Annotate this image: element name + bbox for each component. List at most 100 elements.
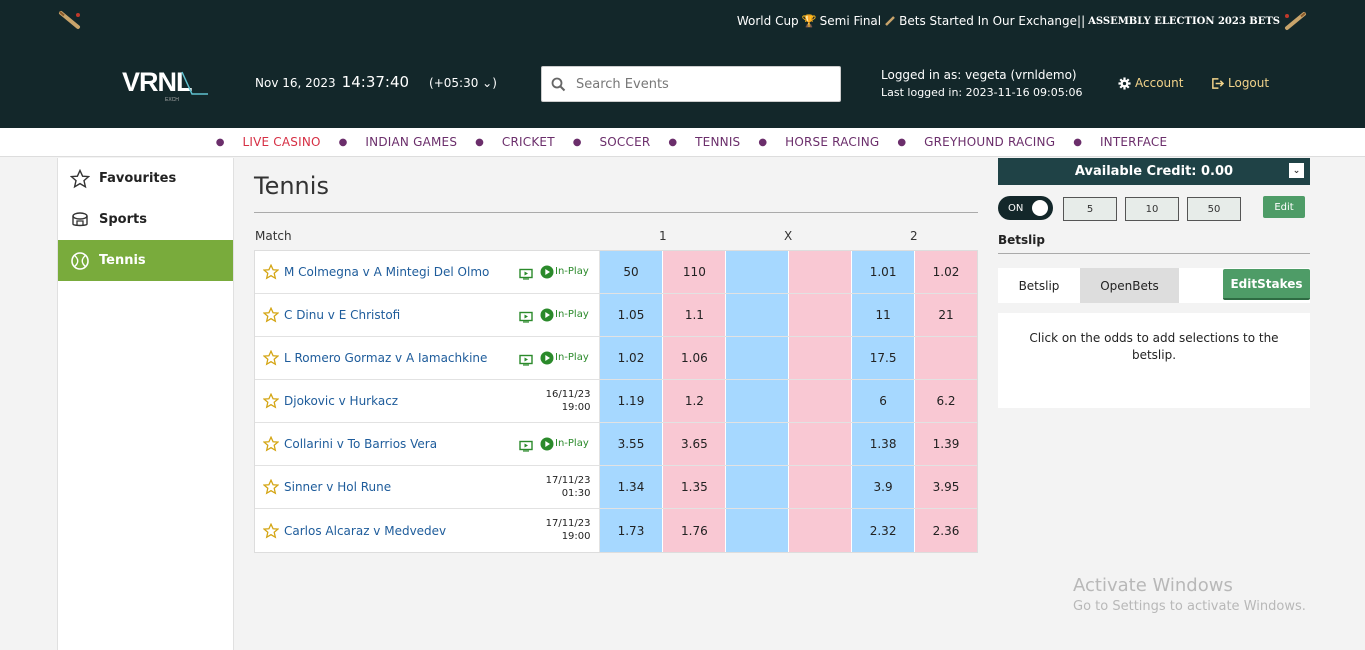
- favourite-star-icon[interactable]: [263, 522, 279, 539]
- odds-back-bx[interactable]: [725, 380, 789, 422]
- match-name-link[interactable]: C Dinu v E Christofi: [284, 308, 400, 322]
- nav-interface[interactable]: INTERFACE: [1100, 135, 1167, 149]
- odds-back-bx[interactable]: [725, 337, 789, 379]
- nav-horse-racing[interactable]: HORSE RACING: [785, 135, 879, 149]
- match-row: Collarini v To Barrios Vera In-Play 3.55 3.…: [255, 423, 977, 466]
- favourite-star-icon[interactable]: [263, 393, 279, 409]
- gear-icon: [1118, 76, 1131, 90]
- odds-back-bx[interactable]: [725, 294, 789, 336]
- odds-back-b1[interactable]: 1.05: [599, 294, 663, 336]
- odds-back-b1[interactable]: 3.55: [599, 423, 663, 465]
- odds-lay-l1[interactable]: 1.76: [662, 509, 726, 552]
- odds-back-b2[interactable]: 6: [851, 380, 915, 422]
- odds-back-b2[interactable]: 3.9: [851, 466, 915, 508]
- one-click-toggle[interactable]: ON: [998, 196, 1053, 220]
- search-input[interactable]: [576, 76, 816, 92]
- odds-lay-lx[interactable]: [788, 466, 852, 508]
- live-tv-icon[interactable]: [519, 440, 533, 452]
- stake-button-5[interactable]: 5: [1063, 197, 1117, 221]
- tab-openbets[interactable]: OpenBets: [1080, 268, 1179, 303]
- odds-lay-lx[interactable]: [788, 337, 852, 379]
- stake-button-50[interactable]: 50: [1187, 197, 1241, 221]
- odds-lay-l1[interactable]: 1.06: [662, 337, 726, 379]
- sidebar-item-sports[interactable]: Sports: [58, 199, 233, 240]
- match-name-link[interactable]: M Colmegna v A Mintegi Del Olmo: [284, 265, 489, 279]
- odds-lay-l1[interactable]: 3.65: [662, 423, 726, 465]
- odds-back-bx[interactable]: [725, 423, 789, 465]
- clock-time: 14:37:40: [341, 73, 410, 91]
- match-name-link[interactable]: L Romero Gormaz v A Iamachkine: [284, 351, 487, 365]
- live-tv-icon[interactable]: [519, 311, 533, 323]
- timezone-selector[interactable]: (+05:30 ⌄): [429, 76, 497, 90]
- odds-lay-lx[interactable]: [788, 423, 852, 465]
- odds-back-bx[interactable]: [725, 466, 789, 508]
- odds-back-bx[interactable]: [725, 509, 789, 552]
- chevron-down-icon[interactable]: ⌄: [1289, 163, 1304, 178]
- odds-back-b2[interactable]: 11: [851, 294, 915, 336]
- sidebar-item-tennis[interactable]: Tennis: [58, 240, 233, 281]
- odds-lay-l2[interactable]: 2.36: [914, 509, 977, 552]
- odds-back-b2[interactable]: 17.5: [851, 337, 915, 379]
- odds-back-b2[interactable]: 1.01: [851, 251, 915, 293]
- odds-back-b1[interactable]: 50: [599, 251, 663, 293]
- odds-lay-lx[interactable]: [788, 380, 852, 422]
- odds-lay-l2[interactable]: 1.39: [914, 423, 977, 465]
- available-credit: Available Credit: 0.00 ⌄: [998, 158, 1310, 185]
- odds-lay-l2[interactable]: 21: [914, 294, 977, 336]
- nav-soccer[interactable]: SOCCER: [599, 135, 650, 149]
- match-row: Djokovic v Hurkacz 16/11/23 19:00 1.19 1.2 6 6…: [255, 380, 977, 423]
- betslip-empty-message: Click on the odds to add selections to t…: [998, 313, 1310, 408]
- odds-lay-lx[interactable]: [788, 509, 852, 552]
- match-time: 01:30: [561, 488, 591, 499]
- nav-tennis[interactable]: TENNIS: [695, 135, 740, 149]
- match-name-link[interactable]: Sinner v Hol Rune: [284, 480, 391, 494]
- favourite-star-icon[interactable]: [263, 307, 279, 323]
- odds-lay-l1[interactable]: 1.2: [662, 380, 726, 422]
- odds-back-b2[interactable]: 1.38: [851, 423, 915, 465]
- odds-lay-l2[interactable]: 1.02: [914, 251, 977, 293]
- nav-cricket[interactable]: CRICKET: [502, 135, 555, 149]
- match-name-link[interactable]: Collarini v To Barrios Vera: [284, 437, 437, 451]
- account-button[interactable]: Account: [1118, 76, 1183, 90]
- odds-back-b1[interactable]: 1.34: [599, 466, 663, 508]
- announcement-ticker: World Cup 🏆 Semi Final Bets Started In O…: [737, 11, 1307, 31]
- odds-lay-l1[interactable]: 1.35: [662, 466, 726, 508]
- nav-greyhound-racing[interactable]: GREYHOUND RACING: [924, 135, 1055, 149]
- match-row: C Dinu v E Christofi In-Play 1.05 1.1 11 21: [255, 294, 977, 337]
- match-date: 16/11/23: [545, 389, 591, 400]
- tab-betslip[interactable]: Betslip: [998, 268, 1080, 303]
- odds-lay-lx[interactable]: [788, 294, 852, 336]
- nav-indian-games[interactable]: INDIAN GAMES: [365, 135, 457, 149]
- edit-stakes-button[interactable]: EditStakes: [1223, 269, 1310, 300]
- logout-label: Logout: [1228, 76, 1270, 90]
- stake-button-10[interactable]: 10: [1125, 197, 1179, 221]
- live-tv-icon[interactable]: [519, 268, 533, 280]
- favourite-star-icon[interactable]: [263, 264, 279, 280]
- odds-back-b1[interactable]: 1.19: [599, 380, 663, 422]
- nav-live-casino[interactable]: LIVE CASINO: [242, 135, 320, 149]
- edit-button[interactable]: Edit: [1263, 196, 1305, 218]
- vrnl-logo[interactable]: VRNL EXCH: [120, 64, 210, 104]
- odds-lay-l2[interactable]: 6.2: [914, 380, 977, 422]
- favourite-star-icon[interactable]: [263, 479, 279, 495]
- live-tv-icon[interactable]: [519, 354, 533, 366]
- play-circle-icon: [540, 437, 554, 451]
- tennis-ball-icon: [71, 251, 89, 270]
- odds-lay-l2[interactable]: 3.95: [914, 466, 977, 508]
- odds-back-bx[interactable]: [725, 251, 789, 293]
- match-name-link[interactable]: Carlos Alcaraz v Medvedev: [284, 524, 446, 538]
- search-box[interactable]: [541, 66, 841, 102]
- logout-button[interactable]: Logout: [1211, 76, 1269, 90]
- favourite-star-icon[interactable]: [263, 436, 279, 452]
- sidebar-item-favourites[interactable]: Favourites: [58, 158, 233, 199]
- odds-lay-lx[interactable]: [788, 251, 852, 293]
- ticker-world-cup: World Cup: [736, 14, 799, 28]
- odds-lay-l1[interactable]: 1.1: [662, 294, 726, 336]
- odds-lay-l2[interactable]: [914, 337, 977, 379]
- odds-back-b1[interactable]: 1.73: [599, 509, 663, 552]
- match-name-link[interactable]: Djokovic v Hurkacz: [284, 394, 398, 408]
- odds-lay-l1[interactable]: 110: [662, 251, 726, 293]
- odds-back-b2[interactable]: 2.32: [851, 509, 915, 552]
- favourite-star-icon[interactable]: [263, 350, 279, 366]
- odds-back-b1[interactable]: 1.02: [599, 337, 663, 379]
